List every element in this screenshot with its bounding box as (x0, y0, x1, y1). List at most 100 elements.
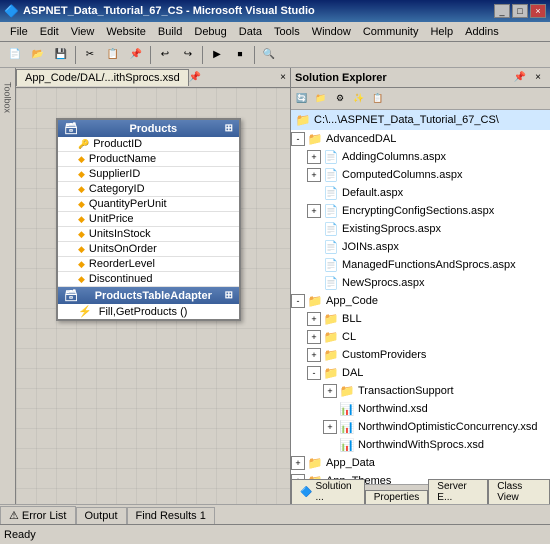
menu-edit[interactable]: Edit (34, 24, 65, 40)
adapter-header: 🗃 ProductsTableAdapter ⊞ (58, 287, 239, 304)
tab-find-results[interactable]: Find Results 1 (127, 507, 215, 524)
solution-tree[interactable]: -📁AdvancedDAL+📄AddingColumns.aspx+📄Compu… (291, 130, 550, 484)
field-productid: 🔑 ProductID (58, 137, 239, 152)
tree-aspx-icon: 📄 (323, 239, 339, 255)
menu-file[interactable]: File (4, 24, 34, 40)
toolbar-sep4 (254, 46, 255, 64)
toolbar-copy[interactable]: 📋 (102, 44, 124, 66)
tree-folder-icon: 📁 (323, 365, 339, 381)
window-controls[interactable]: _ □ × (494, 4, 546, 18)
tree-expand-button[interactable]: - (291, 132, 305, 146)
menu-debug[interactable]: Debug (188, 24, 232, 40)
tree-item[interactable]: +📁CustomProviders (291, 346, 550, 364)
tab-server-explorer[interactable]: Server E... (428, 479, 488, 504)
tree-item-label: NewSprocs.aspx (342, 277, 425, 289)
solution-toolbar-copy[interactable]: 📋 (369, 90, 387, 108)
tree-expand-button[interactable]: + (323, 384, 337, 398)
solution-toolbar-properties[interactable]: ⚙ (331, 90, 349, 108)
tree-item[interactable]: +📁TransactionSupport (291, 382, 550, 400)
solution-root[interactable]: 📁 C:\...\ASPNET_Data_Tutorial_67_CS\ (291, 110, 550, 130)
toolbar-cut[interactable]: ✂ (79, 44, 101, 66)
tree-item[interactable]: 📄ManagedFunctionsAndSprocs.aspx (291, 256, 550, 274)
close-button[interactable]: × (530, 4, 546, 18)
tree-expand-button[interactable]: + (323, 420, 337, 434)
tree-item[interactable]: -📁App_Code (291, 292, 550, 310)
tree-item[interactable]: 📊NorthwindWithSprocs.xsd (291, 436, 550, 454)
adapter-expand-icon[interactable]: ⊞ (225, 290, 233, 301)
tree-expand-button[interactable]: - (291, 294, 305, 308)
tree-expand-button[interactable]: + (307, 348, 321, 362)
toolbar-debug-start[interactable]: ▶ (206, 44, 228, 66)
pin-icon[interactable]: 📌 (189, 72, 201, 83)
tab-error-list[interactable]: ⚠ Error List (0, 506, 76, 524)
tree-item[interactable]: -📁AdvancedDAL (291, 130, 550, 148)
field-icon: ◆ (78, 214, 85, 225)
tree-item[interactable]: 📊Northwind.xsd (291, 400, 550, 418)
adapter-method-icon: ⚡ (78, 306, 92, 318)
solution-toolbar-folder[interactable]: 📁 (312, 90, 330, 108)
solution-pin-icon[interactable]: 📌 (512, 70, 528, 86)
tab-output[interactable]: Output (76, 507, 127, 524)
tab-solution[interactable]: 🔷 Solution ... (291, 479, 365, 504)
products-header-icon: 🗃 (64, 122, 78, 135)
menu-build[interactable]: Build (152, 24, 188, 40)
solution-root-path: C:\...\ASPNET_Data_Tutorial_67_CS\ (314, 114, 499, 126)
tree-expand-button[interactable]: + (307, 204, 321, 218)
minimize-button[interactable]: _ (494, 4, 510, 18)
field-icon: ◆ (78, 184, 85, 195)
toolbar-save[interactable]: 💾 (50, 44, 72, 66)
tree-folder-icon: 📁 (339, 383, 355, 399)
tree-item[interactable]: +📁App_Data (291, 454, 550, 472)
tree-item-label: CustomProviders (342, 349, 426, 361)
tree-item[interactable]: +📄AddingColumns.aspx (291, 148, 550, 166)
products-expand-icon[interactable]: ⊞ (225, 123, 233, 134)
tree-item[interactable]: 📄NewSprocs.aspx (291, 274, 550, 292)
menu-window[interactable]: Window (306, 24, 357, 40)
menu-data[interactable]: Data (233, 24, 268, 40)
tab-properties[interactable]: Properties (365, 490, 429, 504)
status-text: Ready (4, 529, 36, 541)
solution-toolbar-refresh[interactable]: 🔄 (293, 90, 311, 108)
field-icon: ◆ (78, 169, 85, 180)
toolbar-stop[interactable]: ⏹ (229, 44, 251, 66)
menu-community[interactable]: Community (357, 24, 425, 40)
tree-item[interactable]: 📄Default.aspx (291, 184, 550, 202)
tree-expand-button[interactable]: + (291, 456, 305, 470)
toolbar-open[interactable]: 📂 (27, 44, 49, 66)
maximize-button[interactable]: □ (512, 4, 528, 18)
menu-addins[interactable]: Addins (459, 24, 505, 40)
tree-expand-button[interactable]: + (307, 312, 321, 326)
tree-expand-button[interactable]: - (307, 366, 321, 380)
menu-view[interactable]: View (65, 24, 101, 40)
toolbar-sep2 (150, 46, 151, 64)
tree-item[interactable]: 📄ExistingSprocs.aspx (291, 220, 550, 238)
solution-toolbar-new[interactable]: ✨ (350, 90, 368, 108)
tree-expand-button[interactable]: + (307, 150, 321, 164)
tree-item[interactable]: -📁DAL (291, 364, 550, 382)
toolbar-sep1 (75, 46, 76, 64)
tree-item[interactable]: +📊NorthwindOptimisticConcurrency.xsd (291, 418, 550, 436)
tree-item[interactable]: +📁BLL (291, 310, 550, 328)
tree-item-label: BLL (342, 313, 362, 325)
tree-item-label: AdvancedDAL (326, 133, 396, 145)
toolbar-undo[interactable]: ↩ (154, 44, 176, 66)
menu-tools[interactable]: Tools (268, 24, 306, 40)
solution-close-icon[interactable]: × (530, 70, 546, 86)
toolbar-redo[interactable]: ↪ (177, 44, 199, 66)
tree-item[interactable]: +📄EncryptingConfigSections.aspx (291, 202, 550, 220)
menu-website[interactable]: Website (100, 24, 152, 40)
menu-help[interactable]: Help (424, 24, 459, 40)
tree-item[interactable]: 📄JOINs.aspx (291, 238, 550, 256)
tree-expand-button[interactable]: + (307, 330, 321, 344)
tree-item[interactable]: +📁CL (291, 328, 550, 346)
tree-item[interactable]: +📄ComputedColumns.aspx (291, 166, 550, 184)
solution-panel-controls[interactable]: 📌 × (512, 70, 546, 86)
left-toolbar: Toolbox (0, 68, 16, 504)
toolbar-search[interactable]: 🔍 (258, 44, 280, 66)
designer-tab[interactable]: App_Code/DAL/...ithSprocs.xsd (16, 69, 189, 86)
toolbar-paste[interactable]: 📌 (125, 44, 147, 66)
close-icon[interactable]: × (280, 72, 286, 83)
tab-class-view[interactable]: Class View (488, 479, 550, 504)
toolbar-new[interactable]: 📄 (4, 44, 26, 66)
tree-expand-button[interactable]: + (307, 168, 321, 182)
